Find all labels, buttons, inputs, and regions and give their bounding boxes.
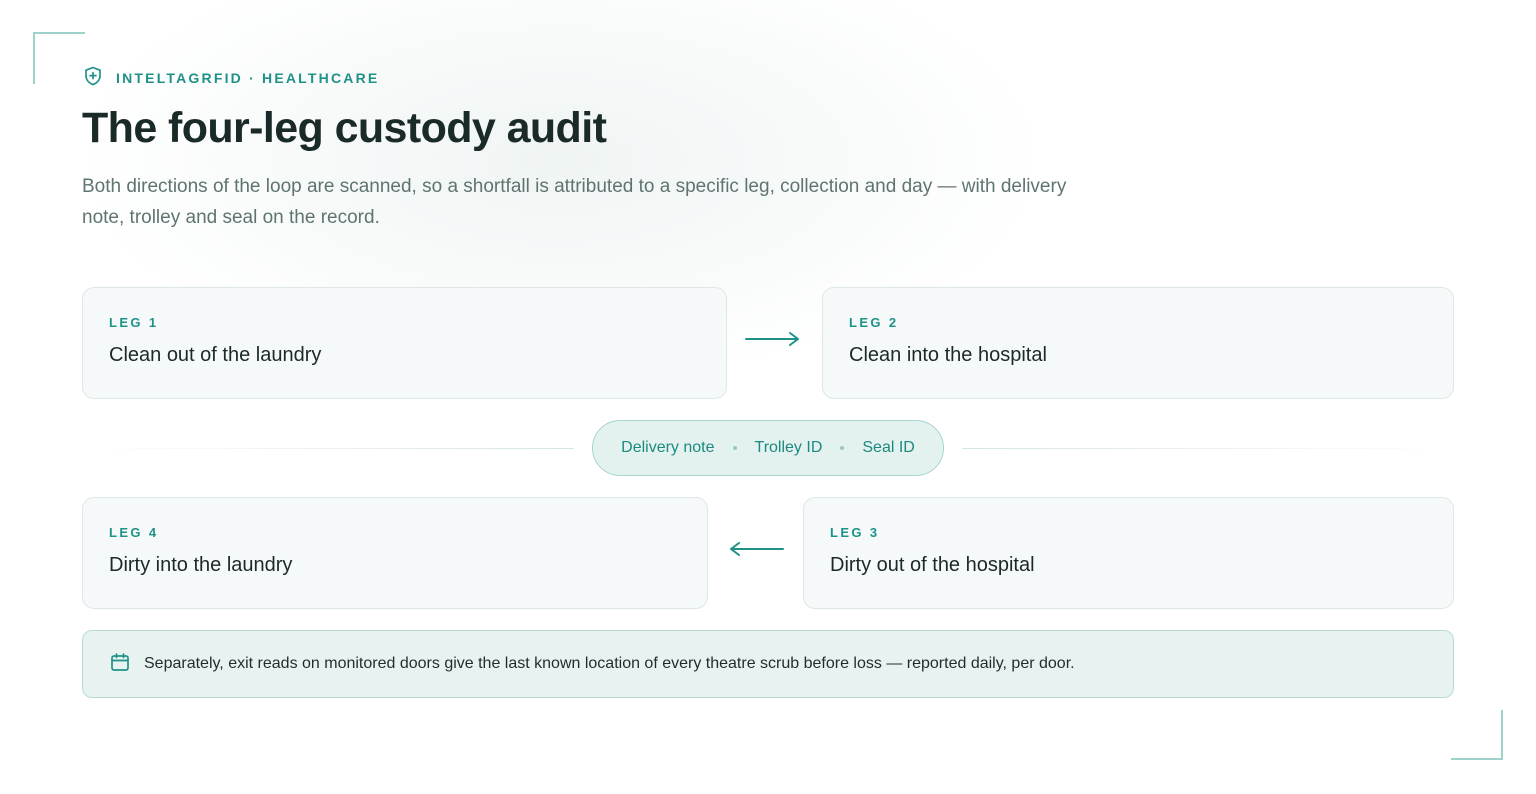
corner-bracket-bottom-right [1451, 710, 1503, 760]
separator-dot [732, 446, 737, 450]
page-subtitle: Both directions of the loop are scanned,… [82, 176, 1067, 228]
page-title: The four-leg custody audit [82, 104, 607, 152]
leg-card-4: LEG 4 Dirty into the laundry [82, 497, 708, 609]
corner-bracket-top-left [33, 32, 85, 84]
leg-title: Dirty into the laundry [109, 554, 293, 576]
separator-dot [840, 446, 845, 450]
daily-door-report-note: Separately, exit reads on monitored door… [82, 630, 1454, 698]
leg-title: Clean into the hospital [849, 344, 1047, 366]
leg-card-1: LEG 1 Clean out of the laundry [82, 287, 727, 399]
note-text: Separately, exit reads on monitored door… [144, 655, 1075, 672]
eyebrow-text: INTELTAGRFID · HEALTHCARE [116, 70, 380, 86]
divider-line-right [962, 448, 1454, 449]
leg-card-2: LEG 2 Clean into the hospital [822, 287, 1454, 399]
leg-label: LEG 2 [849, 315, 899, 330]
record-pill: Delivery note Trolley ID Seal ID [592, 420, 944, 476]
eyebrow: INTELTAGRFID · HEALTHCARE [84, 66, 380, 91]
leg-title: Clean out of the laundry [109, 344, 322, 366]
arrow-left-icon [730, 542, 784, 556]
divider-line-left [82, 448, 574, 449]
calendar-icon [110, 652, 130, 677]
record-item-trolley-id: Trolley ID [754, 439, 823, 456]
leg-title: Dirty out of the hospital [830, 554, 1035, 576]
leg-label: LEG 4 [109, 525, 159, 540]
leg-label: LEG 1 [109, 315, 159, 330]
record-item-delivery-note: Delivery note [621, 439, 715, 456]
leg-card-3: LEG 3 Dirty out of the hospital [803, 497, 1454, 609]
shield-plus-icon [84, 66, 102, 91]
record-item-seal-id: Seal ID [862, 439, 915, 456]
arrow-right-icon [745, 332, 799, 346]
leg-label: LEG 3 [830, 525, 880, 540]
